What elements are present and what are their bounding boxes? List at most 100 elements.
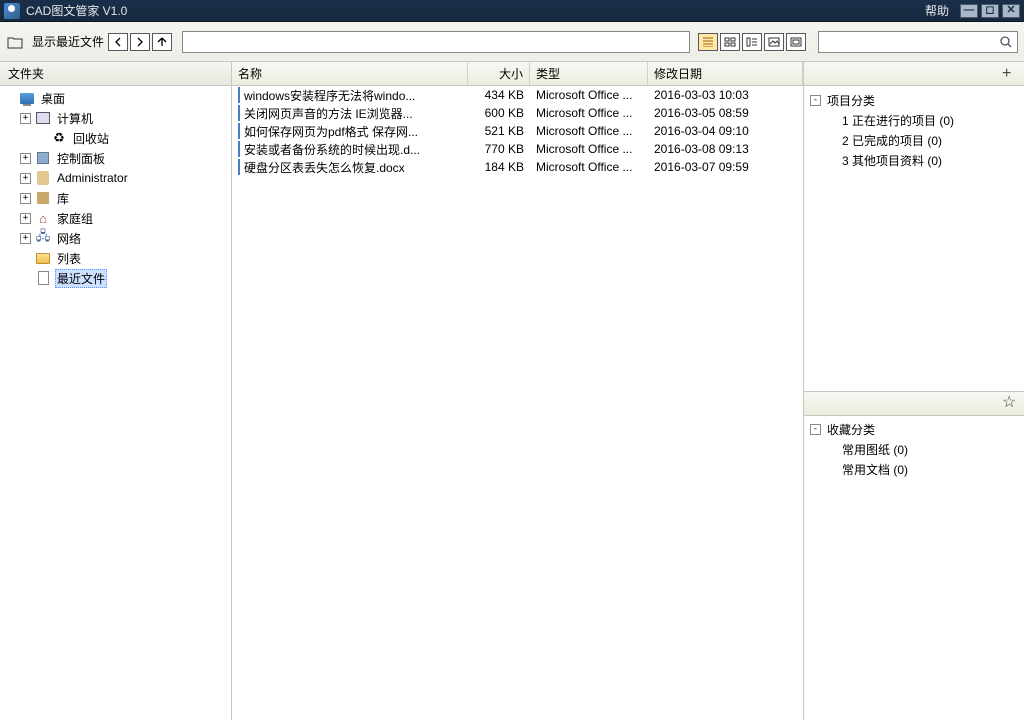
nav-back-button[interactable] [108, 33, 128, 51]
favorites-header: ☆ [804, 392, 1024, 416]
view-thumb-button[interactable] [786, 33, 806, 51]
toolbar: 显示最近文件 [0, 22, 1024, 62]
computer-icon [35, 110, 51, 126]
favorites-section: ☆ -收藏分类常用图纸 (0)常用文档 (0) [804, 392, 1024, 720]
column-size[interactable]: 大小 [468, 62, 530, 85]
doc-icon [238, 124, 240, 138]
view-detail-button[interactable] [742, 33, 762, 51]
tree-expander [20, 273, 31, 284]
file-list-header: 名称 大小 类型 修改日期 [232, 62, 803, 86]
file-date: 2016-03-07 09:59 [648, 160, 803, 174]
nav-forward-button[interactable] [130, 33, 150, 51]
project-tree[interactable]: -项目分类 1 正在进行的项目 (0) 2 已完成的项目 (0)3 其他项目资料 (… [804, 86, 1024, 391]
category-item[interactable]: 3 其他项目资料 (0) [806, 150, 1022, 170]
tree-item[interactable]: 桌面 [0, 88, 231, 108]
address-bar[interactable] [182, 31, 690, 53]
tree-expander [4, 93, 15, 104]
tree-expander[interactable]: + [20, 193, 31, 204]
category-item[interactable]: 1 正在进行的项目 (0) [806, 110, 1022, 130]
tree-expander[interactable]: + [20, 153, 31, 164]
favorites-tree[interactable]: -收藏分类常用图纸 (0)常用文档 (0) [804, 416, 1024, 720]
doc-icon [238, 142, 240, 156]
add-project-icon[interactable]: + [1002, 66, 1018, 82]
folder-open-icon[interactable] [6, 33, 24, 51]
user-icon [35, 170, 51, 186]
tree-expander[interactable]: - [810, 424, 821, 435]
minimize-button[interactable]: — [960, 4, 978, 18]
file-row[interactable]: 硬盘分区表丢失怎么恢复.docx184 KBMicrosoft Office .… [232, 158, 803, 176]
category-root-label: 收藏分类 [825, 421, 877, 438]
tree-expander[interactable]: + [20, 213, 31, 224]
tree-item[interactable]: ♻回收站 [0, 128, 231, 148]
file-type: Microsoft Office ... [530, 142, 648, 156]
column-name[interactable]: 名称 [232, 62, 468, 85]
file-size: 434 KB [468, 88, 530, 102]
close-button[interactable]: ✕ [1002, 4, 1020, 18]
tree-item[interactable]: 列表 [0, 248, 231, 268]
tree-item[interactable]: +Administrator [0, 168, 231, 188]
file-date: 2016-03-05 08:59 [648, 106, 803, 120]
view-list-button[interactable] [698, 33, 718, 51]
tree-item[interactable]: 最近文件 [0, 268, 231, 288]
home-icon: ⌂ [35, 210, 51, 226]
file-name: windows安装程序无法将windo... [244, 87, 415, 104]
tree-item-label: 回收站 [71, 130, 111, 147]
tree-expander[interactable]: + [20, 233, 31, 244]
folder-icon [35, 250, 51, 266]
category-item-label: 1 正在进行的项目 (0) [840, 112, 956, 129]
tree-item[interactable]: + 计算机 [0, 108, 231, 128]
search-box[interactable] [818, 31, 1018, 53]
file-list-body[interactable]: windows安装程序无法将windo... 434 KB Microsoft Of… [232, 86, 803, 720]
tree-expander [36, 133, 47, 144]
category-root[interactable]: -收藏分类 [806, 420, 1022, 440]
search-input[interactable] [823, 35, 999, 49]
category-root-label: 项目分类 [825, 92, 877, 109]
tree-expander[interactable]: - [810, 95, 821, 106]
tree-item[interactable]: + ⌂家庭组 [0, 208, 231, 228]
tree-item[interactable]: +库 [0, 188, 231, 208]
doc-icon [238, 160, 240, 174]
search-icon[interactable] [999, 35, 1013, 49]
category-item[interactable]: 2 已完成的项目 (0) [806, 130, 1022, 150]
file-row[interactable]: windows安装程序无法将windo...434 KBMicrosoft Of… [232, 86, 803, 104]
file-name: 硬盘分区表丢失怎么恢复.docx [244, 159, 405, 176]
category-root[interactable]: -项目分类 [806, 90, 1022, 110]
category-item-label: 2 已完成的项目 (0) [840, 132, 944, 149]
help-link[interactable]: 帮助 [925, 2, 949, 19]
file-size: 600 KB [468, 106, 530, 120]
tree-item-label: 列表 [55, 250, 83, 267]
add-favorite-icon[interactable]: ☆ [1002, 395, 1018, 411]
file-row[interactable]: 如何保存网页为pdf格式 保存网...521 KBMicrosoft Offic… [232, 122, 803, 140]
tree-item[interactable]: + 控制面板 [0, 148, 231, 168]
file-date: 2016-03-03 10:03 [648, 88, 803, 102]
column-type[interactable]: 类型 [530, 62, 648, 85]
folder-tree[interactable]: 桌面+计算机♻回收站+控制面板+Administrator+库+⌂家庭组+🖧网络… [0, 86, 231, 720]
tree-expander[interactable]: + [20, 173, 31, 184]
tree-item-label: 控制面板 [55, 150, 107, 167]
column-date[interactable]: 修改日期 [648, 62, 803, 85]
category-item-label: 常用文档 (0) [840, 461, 910, 478]
tree-item-label: 最近文件 [55, 269, 107, 288]
file-size: 770 KB [468, 142, 530, 156]
tree-expander[interactable]: + [20, 113, 31, 124]
app-icon [4, 3, 20, 19]
file-row[interactable]: 安装或者备份系统的时候出现.d...770 KBMicrosoft Office… [232, 140, 803, 158]
cpanel-icon [35, 150, 51, 166]
file-name: 关闭网页声音的方法 IE浏览器... [244, 105, 413, 122]
view-image-button[interactable] [764, 33, 784, 51]
file-row[interactable]: 关闭网页声音的方法 IE浏览器...600 KBMicrosoft Office… [232, 104, 803, 122]
nav-up-button[interactable] [152, 33, 172, 51]
lib-icon [35, 190, 51, 206]
tree-item-label: 家庭组 [55, 210, 95, 227]
file-size: 521 KB [468, 124, 530, 138]
maximize-button[interactable]: ◻ [981, 4, 999, 18]
project-header: + [804, 62, 1024, 86]
desktop-icon [19, 90, 35, 106]
category-item[interactable]: 常用图纸 (0) [806, 440, 1022, 460]
category-item[interactable]: 常用文档 (0) [806, 460, 1022, 480]
tree-item-label: 计算机 [55, 110, 95, 127]
view-grid-button[interactable] [720, 33, 740, 51]
tree-item[interactable]: +🖧网络 [0, 228, 231, 248]
app-title: CAD图文管家 V1.0 [26, 2, 925, 19]
breadcrumb: 显示最近文件 [32, 33, 104, 50]
